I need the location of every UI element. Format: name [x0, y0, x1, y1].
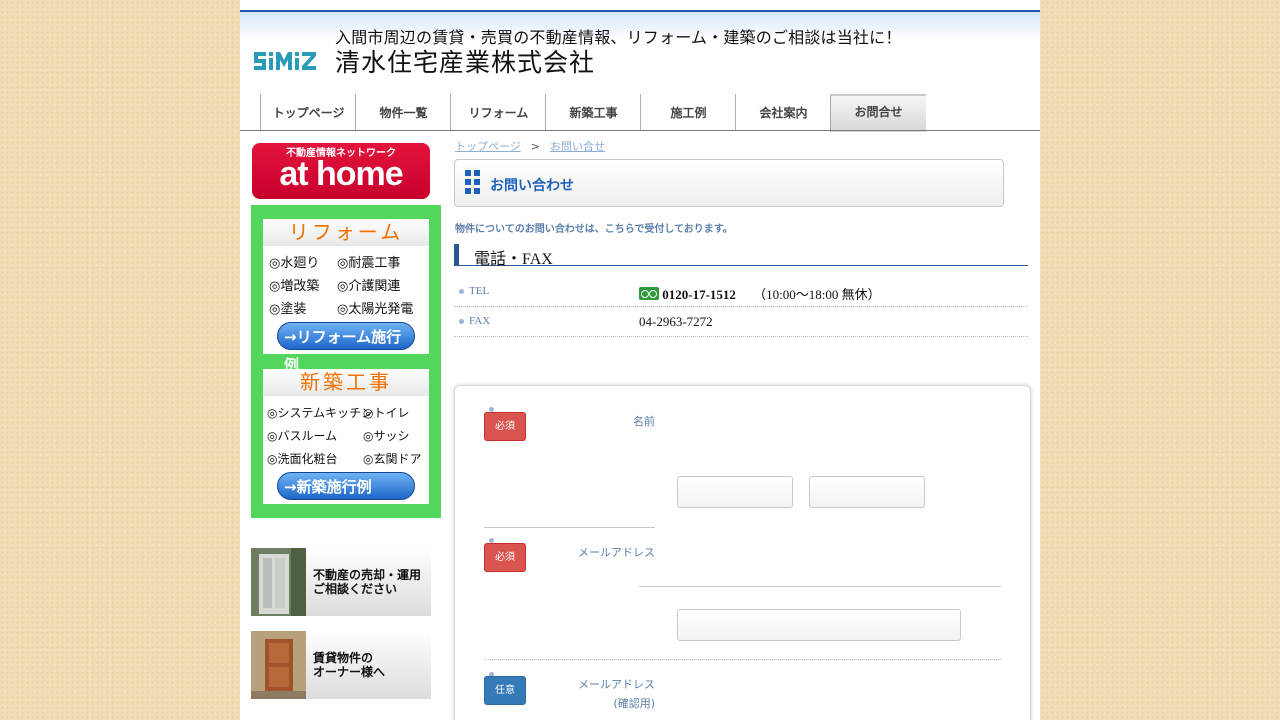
breadcrumb-home[interactable]: トップページ [455, 140, 521, 153]
row-divider [484, 527, 655, 528]
banner-line: ご相談ください [313, 582, 398, 596]
newbuild-item: ◎バスルーム [267, 429, 338, 443]
newbuild-card[interactable]: 新築工事 ◎システムキッチン◎トイレ ◎バスルーム ◎サッシ ◎洗面化粧台 ◎玄関ド… [263, 369, 429, 504]
newbuild-item: ◎システムキッチン [267, 406, 374, 420]
athome-brand: at home [279, 155, 403, 193]
reform-item: ◎介護関連 [337, 279, 401, 294]
breadcrumb-current[interactable]: お問い合せ [550, 140, 605, 153]
reform-item: ◎太陽光発電 [337, 302, 414, 317]
email-input[interactable] [677, 609, 961, 641]
nav-properties[interactable]: 物件一覧 [355, 94, 451, 130]
company-logo[interactable] [252, 48, 328, 74]
nav-contact[interactable]: お問合せ [830, 94, 926, 132]
page-title-box: お問い合わせ [454, 159, 1004, 207]
tel-label: TEL [469, 285, 490, 297]
banner-line: 賃貸物件の [313, 651, 374, 665]
last-name-input[interactable] [677, 476, 793, 508]
reform-examples-button[interactable]: →リフォーム施行例 [277, 322, 415, 374]
company-name: 清水住宅産業株式会社 [335, 48, 596, 77]
newbuild-item: ◎洗面化粧台 [267, 452, 338, 466]
page-title: お問い合わせ [490, 178, 574, 194]
first-name-input[interactable] [809, 476, 925, 508]
house-door-photo [251, 548, 306, 616]
reform-item: ◎水廻り [269, 256, 320, 271]
reform-item: ◎増改築 [269, 279, 320, 294]
newbuild-item: ◎玄関ドア [363, 452, 422, 466]
phone-section-title: 電話・FAX [474, 251, 553, 268]
nav-top[interactable]: トップページ [260, 94, 356, 130]
breadcrumb: トップページ > お問い合せ [455, 138, 605, 154]
name-label: 名前 [633, 415, 655, 428]
fax-row: FAX 04-2963-7272 [454, 307, 1028, 337]
bullet-dot [459, 289, 464, 294]
required-badge: 必須 [484, 412, 526, 441]
sidebar-services: リフォーム ◎水廻り ◎耐震工事 ◎増改築 ◎介護関連 ◎塗装 ◎太陽光発電 →リフォ… [251, 205, 441, 518]
newbuild-examples-button[interactable]: →新築施行例 [277, 472, 415, 500]
required-badge: 必須 [484, 543, 526, 572]
nav-divider [240, 130, 1040, 131]
email-confirm-label-sub: (確認用) [613, 697, 655, 710]
row-divider [484, 659, 1001, 660]
banner-line: 不動産の売却・運用 [313, 568, 422, 582]
email-label: メールアドレス [578, 546, 655, 559]
grid-icon [465, 170, 480, 194]
sell-consult-text: 不動産の売却・運用 ご相談ください [313, 568, 421, 596]
newbuild-card-title: 新築工事 [263, 369, 429, 396]
tel-hours: （10:00～18:00 無休） [753, 287, 881, 302]
wooden-door-photo [251, 631, 306, 699]
nav-newbuild[interactable]: 新築工事 [545, 94, 641, 130]
email-confirm-label: メールアドレス (確認用) [555, 675, 655, 713]
nav-reform[interactable]: リフォーム [450, 94, 546, 130]
fax-label: FAX [469, 315, 491, 327]
reform-card-title: リフォーム [263, 219, 429, 246]
row-divider [639, 586, 1001, 587]
heading-bar [454, 244, 459, 265]
owner-banner[interactable]: 賃貸物件の オーナー様へ [251, 631, 431, 699]
nav-works[interactable]: 施工例 [640, 94, 736, 130]
intro-text: 物件についてのお問い合わせは、こちらで受付しております。 [455, 224, 733, 235]
owner-text: 賃貸物件の オーナー様へ [313, 651, 385, 679]
reform-item: ◎耐震工事 [337, 256, 401, 271]
email-confirm-label-main: メールアドレス [578, 678, 655, 691]
contact-form: 必須 名前 必須 メールアドレス 任意 メールアドレス (確認用) [454, 385, 1031, 720]
phone-section-heading: 電話・FAX [454, 244, 1028, 268]
fax-number: 04-2963-7272 [639, 314, 713, 329]
sell-consult-banner[interactable]: 不動産の売却・運用 ご相談ください [251, 548, 431, 616]
breadcrumb-separator: > [530, 140, 540, 153]
newbuild-item: ◎サッシ [363, 429, 410, 443]
tel-value: 0120-17-1512 （10:00～18:00 無休） [639, 284, 881, 303]
nav-company[interactable]: 会社案内 [735, 94, 831, 130]
banner-line: オーナー様へ [313, 665, 386, 679]
page: 入間市周辺の賃貸・売買の不動産情報、リフォーム・建築のご相談は当社に！ 清水住宅… [240, 0, 1040, 720]
newbuild-item: ◎トイレ [363, 406, 410, 420]
reform-items: ◎水廻り ◎耐震工事 ◎増改築 ◎介護関連 ◎塗装 ◎太陽光発電 [263, 246, 429, 321]
optional-badge: 任意 [484, 676, 526, 705]
tel-number[interactable]: 0120-17-1512 [662, 287, 736, 302]
freedial-icon [639, 287, 659, 300]
reform-card[interactable]: リフォーム ◎水廻り ◎耐震工事 ◎増改築 ◎介護関連 ◎塗装 ◎太陽光発電 →リフォ… [263, 219, 429, 374]
athome-banner[interactable]: 不動産情報ネットワーク at home [252, 143, 430, 199]
newbuild-items: ◎システムキッチン◎トイレ ◎バスルーム ◎サッシ ◎洗面化粧台 ◎玄関ドア [263, 396, 429, 471]
reform-item: ◎塗装 [269, 302, 307, 317]
bullet-dot [459, 319, 464, 324]
tel-row: TEL 0120-17-1512 （10:00～18:00 無休） [454, 277, 1028, 307]
